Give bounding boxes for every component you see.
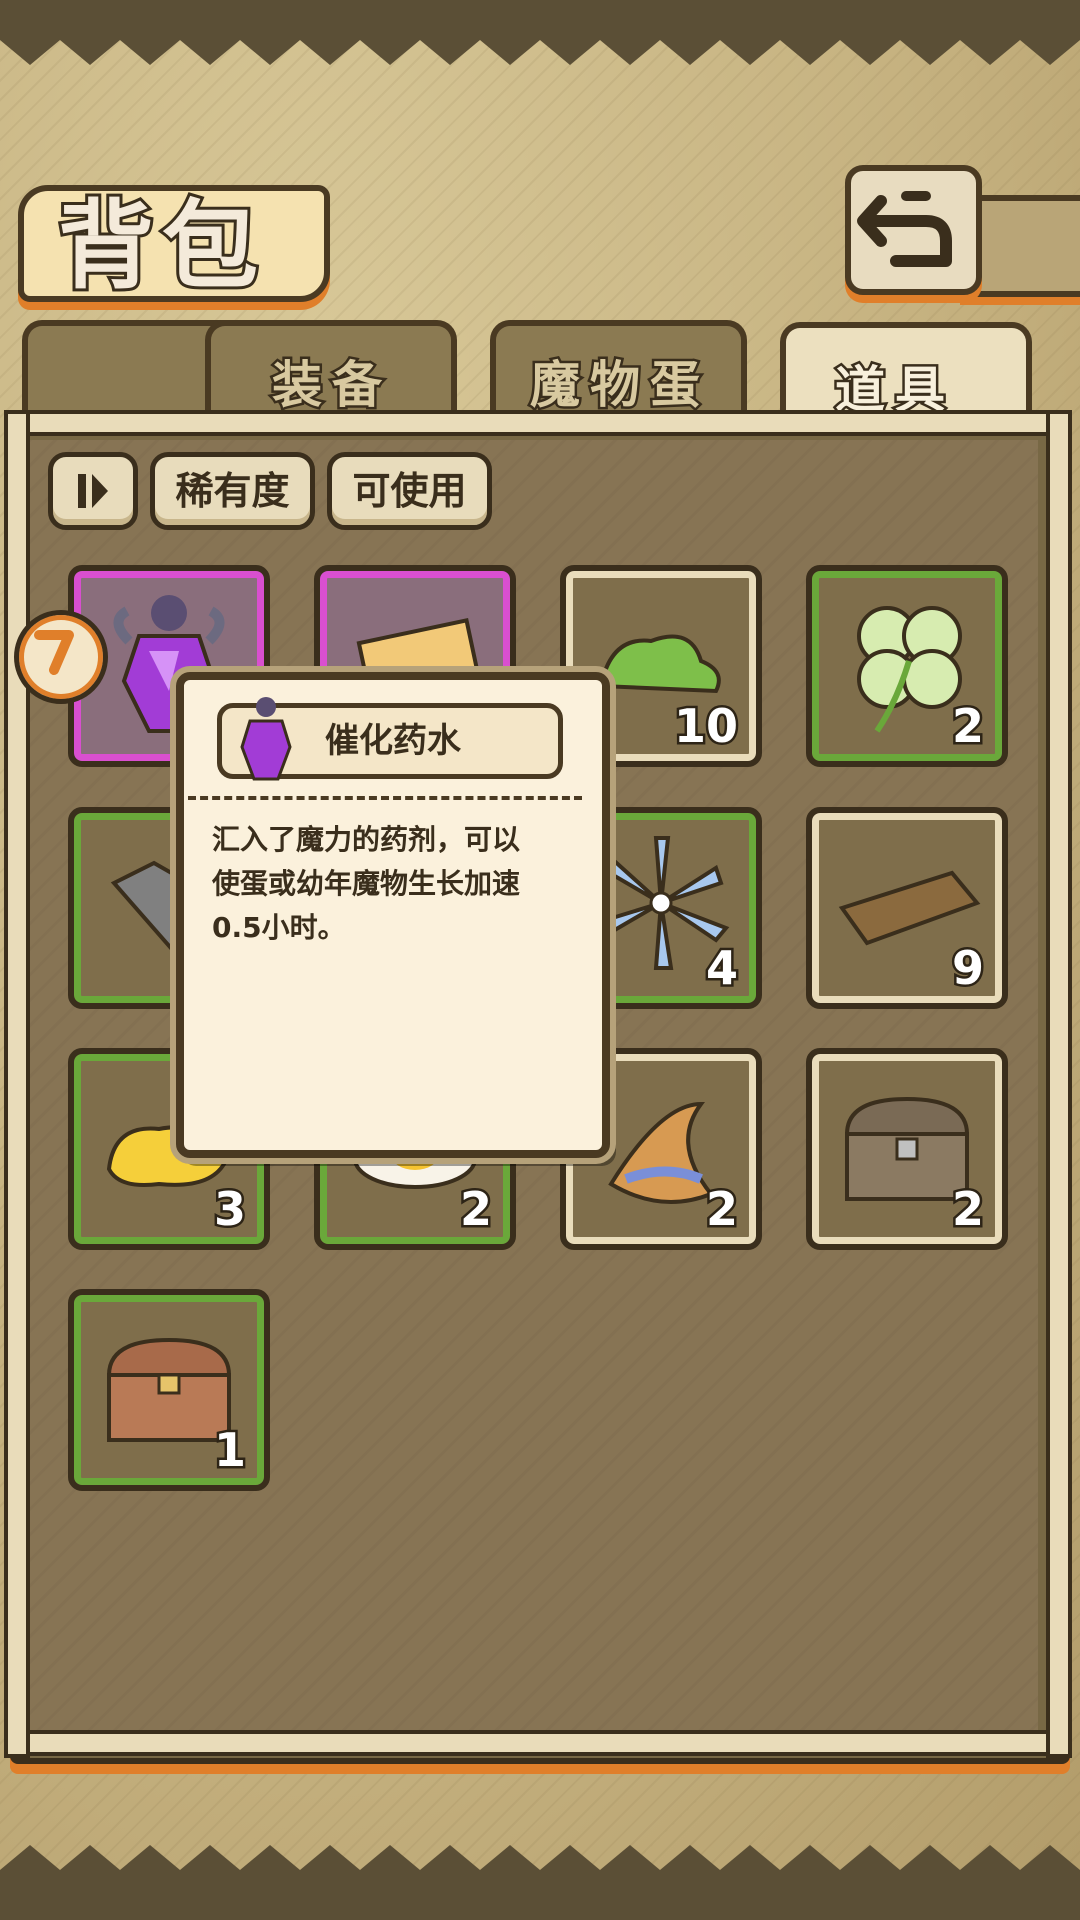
- tab-equipment-label: 装备: [270, 354, 392, 417]
- item-count: 2: [949, 697, 986, 756]
- item-count: 9: [949, 939, 986, 998]
- panel-left-rail: [4, 410, 30, 1758]
- item-count: 4: [703, 939, 740, 998]
- tooltip-potion-icon: [240, 697, 292, 781]
- tooltip-divider: [188, 796, 582, 800]
- top-zigzag-border: [0, 0, 1080, 65]
- arrow-tag-icon: [34, 630, 74, 675]
- sort-toggle-button[interactable]: [48, 452, 138, 530]
- item-count: 3: [211, 1180, 248, 1239]
- panel-top-rail: [4, 410, 1072, 436]
- item-slot-wooden-chest[interactable]: 1: [68, 1289, 270, 1491]
- page-title: 背包: [55, 187, 266, 305]
- sort-icon: [78, 474, 108, 508]
- tooltip-description: 汇入了魔力的药剂，可以 使蛋或幼年魔物生长加速 0.5小时。: [212, 818, 572, 950]
- side-tag-button[interactable]: [14, 610, 108, 704]
- tooltip-desc-line-2: 使蛋或幼年魔物生长加速: [212, 867, 521, 900]
- item-slot-iron-chest[interactable]: 2: [806, 1048, 1008, 1250]
- item-count: 2: [703, 1180, 740, 1239]
- item-count: 1: [211, 1421, 248, 1480]
- back-button[interactable]: [845, 165, 982, 295]
- rarity-filter-button[interactable]: 稀有度: [150, 452, 315, 530]
- plank-icon: [838, 870, 981, 946]
- item-count: 2: [457, 1180, 494, 1239]
- item-count: 2: [949, 1180, 986, 1239]
- tab-monster-egg-label: 魔物蛋: [528, 354, 710, 417]
- item-slot-four-leaf-clover[interactable]: 2: [806, 565, 1008, 767]
- return-icon: [857, 191, 952, 267]
- bottom-zigzag-border: [0, 1845, 1080, 1920]
- panel-right-rail: [1046, 410, 1072, 1758]
- tooltip-desc-line-3: 0.5小时。: [212, 911, 346, 944]
- slime-icon: [598, 634, 721, 694]
- panel-bottom-rail: [4, 1730, 1072, 1756]
- tooltip-desc-line-1: 汇入了魔力的药剂，可以: [212, 823, 521, 856]
- item-slot-wood-plank[interactable]: 9: [806, 807, 1008, 1009]
- usable-filter-button[interactable]: 可使用: [327, 452, 492, 530]
- tooltip-item-name: 催化药水: [325, 721, 461, 761]
- item-count: 10: [671, 697, 740, 756]
